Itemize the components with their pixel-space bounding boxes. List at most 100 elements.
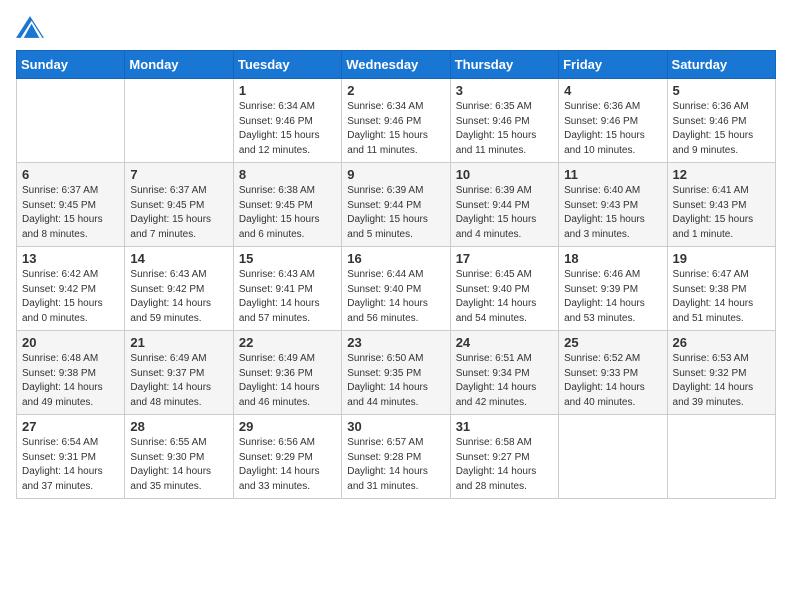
day-number: 31 bbox=[456, 419, 553, 434]
day-number: 23 bbox=[347, 335, 444, 350]
calendar-cell: 13Sunrise: 6:42 AM Sunset: 9:42 PM Dayli… bbox=[17, 247, 125, 331]
calendar-cell: 22 Sunrise: 6:49 AM Sunset: 9:36 PM Dayli… bbox=[233, 331, 341, 415]
day-info: Sunrise: 6:43 AM Sunset: 9:41 PM Dayligh… bbox=[239, 268, 336, 326]
calendar-cell: 3 Sunrise: 6:35 AM Sunset: 9:46 PM Daylig… bbox=[450, 79, 558, 163]
weekday-header-sunday: Sunday bbox=[17, 51, 125, 79]
day-number: 8 bbox=[239, 167, 336, 182]
day-number: 26 bbox=[673, 335, 770, 350]
calendar-cell: 28 Sunrise: 6:55 AM Sunset: 9:30 PM Dayli… bbox=[125, 415, 233, 499]
calendar-cell: 27 Sunrise: 6:54 AM Sunset: 9:31 PM Dayli… bbox=[17, 415, 125, 499]
day-number: 19 bbox=[673, 251, 770, 266]
day-number: 27 bbox=[22, 419, 119, 434]
calendar-week-row: 1 Sunrise: 6:34 AM Sunset: 9:46 PM Daylig… bbox=[17, 79, 776, 163]
day-info: Sunrise: 6:43 AM Sunset: 9:42 PM Dayligh… bbox=[130, 268, 227, 326]
day-info: Sunrise: 6:50 AM Sunset: 9:35 PM Dayligh… bbox=[347, 352, 444, 410]
calendar-week-row: 6 Sunrise: 6:37 AM Sunset: 9:45 PM Daylig… bbox=[17, 163, 776, 247]
day-info: Sunrise: 6:53 AM Sunset: 9:32 PM Dayligh… bbox=[673, 352, 770, 410]
calendar-cell: 2 Sunrise: 6:34 AM Sunset: 9:46 PM Daylig… bbox=[342, 79, 450, 163]
weekday-header-thursday: Thursday bbox=[450, 51, 558, 79]
day-info: Sunrise: 6:34 AM Sunset: 9:46 PM Dayligh… bbox=[239, 100, 336, 158]
calendar-cell: 25Sunrise: 6:52 AM Sunset: 9:33 PM Dayli… bbox=[559, 331, 667, 415]
day-number: 22 bbox=[239, 335, 336, 350]
calendar-cell: 14 Sunrise: 6:43 AM Sunset: 9:42 PM Dayli… bbox=[125, 247, 233, 331]
weekday-header-monday: Monday bbox=[125, 51, 233, 79]
day-info: Sunrise: 6:36 AM Sunset: 9:46 PM Dayligh… bbox=[673, 100, 770, 158]
logo-icon bbox=[16, 16, 44, 38]
day-info: Sunrise: 6:49 AM Sunset: 9:36 PM Dayligh… bbox=[239, 352, 336, 410]
calendar-week-row: 27 Sunrise: 6:54 AM Sunset: 9:31 PM Dayli… bbox=[17, 415, 776, 499]
day-info: Sunrise: 6:54 AM Sunset: 9:31 PM Dayligh… bbox=[22, 436, 119, 494]
calendar-cell: 20Sunrise: 6:48 AM Sunset: 9:38 PM Dayli… bbox=[17, 331, 125, 415]
day-info: Sunrise: 6:38 AM Sunset: 9:45 PM Dayligh… bbox=[239, 184, 336, 242]
day-info: Sunrise: 6:35 AM Sunset: 9:46 PM Dayligh… bbox=[456, 100, 553, 158]
page-header bbox=[16, 16, 776, 38]
day-number: 11 bbox=[564, 167, 661, 182]
calendar-cell: 31 Sunrise: 6:58 AM Sunset: 9:27 PM Dayli… bbox=[450, 415, 558, 499]
calendar-cell: 12 Sunrise: 6:41 AM Sunset: 9:43 PM Dayli… bbox=[667, 163, 775, 247]
weekday-header-row: SundayMondayTuesdayWednesdayThursdayFrid… bbox=[17, 51, 776, 79]
calendar-cell: 30 Sunrise: 6:57 AM Sunset: 9:28 PM Dayli… bbox=[342, 415, 450, 499]
day-info: Sunrise: 6:40 AM Sunset: 9:43 PM Dayligh… bbox=[564, 184, 661, 242]
calendar-cell: 4 Sunrise: 6:36 AM Sunset: 9:46 PM Daylig… bbox=[559, 79, 667, 163]
day-number: 18 bbox=[564, 251, 661, 266]
logo bbox=[16, 16, 48, 38]
day-info: Sunrise: 6:41 AM Sunset: 9:43 PM Dayligh… bbox=[673, 184, 770, 242]
calendar-cell bbox=[667, 415, 775, 499]
day-info: Sunrise: 6:51 AM Sunset: 9:34 PM Dayligh… bbox=[456, 352, 553, 410]
day-info: Sunrise: 6:37 AM Sunset: 9:45 PM Dayligh… bbox=[22, 184, 119, 242]
day-info: Sunrise: 6:36 AM Sunset: 9:46 PM Dayligh… bbox=[564, 100, 661, 158]
calendar-cell: 8 Sunrise: 6:38 AM Sunset: 9:45 PM Daylig… bbox=[233, 163, 341, 247]
day-info: Sunrise: 6:44 AM Sunset: 9:40 PM Dayligh… bbox=[347, 268, 444, 326]
day-number: 1 bbox=[239, 83, 336, 98]
day-info: Sunrise: 6:37 AM Sunset: 9:45 PM Dayligh… bbox=[130, 184, 227, 242]
calendar-cell: 15 Sunrise: 6:43 AM Sunset: 9:41 PM Dayli… bbox=[233, 247, 341, 331]
day-number: 6 bbox=[22, 167, 119, 182]
calendar-cell: 21Sunrise: 6:49 AM Sunset: 9:37 PM Dayli… bbox=[125, 331, 233, 415]
weekday-header-friday: Friday bbox=[559, 51, 667, 79]
day-number: 29 bbox=[239, 419, 336, 434]
calendar-cell: 29 Sunrise: 6:56 AM Sunset: 9:29 PM Dayli… bbox=[233, 415, 341, 499]
day-number: 3 bbox=[456, 83, 553, 98]
day-info: Sunrise: 6:55 AM Sunset: 9:30 PM Dayligh… bbox=[130, 436, 227, 494]
day-number: 16 bbox=[347, 251, 444, 266]
day-number: 10 bbox=[456, 167, 553, 182]
calendar-cell: 10 Sunrise: 6:39 AM Sunset: 9:44 PM Dayli… bbox=[450, 163, 558, 247]
calendar-week-row: 13Sunrise: 6:42 AM Sunset: 9:42 PM Dayli… bbox=[17, 247, 776, 331]
day-number: 13 bbox=[22, 251, 119, 266]
day-info: Sunrise: 6:39 AM Sunset: 9:44 PM Dayligh… bbox=[456, 184, 553, 242]
day-number: 30 bbox=[347, 419, 444, 434]
calendar-cell bbox=[125, 79, 233, 163]
day-info: Sunrise: 6:34 AM Sunset: 9:46 PM Dayligh… bbox=[347, 100, 444, 158]
calendar-cell: 9 Sunrise: 6:39 AM Sunset: 9:44 PM Daylig… bbox=[342, 163, 450, 247]
calendar-week-row: 20Sunrise: 6:48 AM Sunset: 9:38 PM Dayli… bbox=[17, 331, 776, 415]
weekday-header-wednesday: Wednesday bbox=[342, 51, 450, 79]
day-info: Sunrise: 6:58 AM Sunset: 9:27 PM Dayligh… bbox=[456, 436, 553, 494]
day-number: 24 bbox=[456, 335, 553, 350]
day-number: 4 bbox=[564, 83, 661, 98]
day-info: Sunrise: 6:45 AM Sunset: 9:40 PM Dayligh… bbox=[456, 268, 553, 326]
calendar-cell: 19 Sunrise: 6:47 AM Sunset: 9:38 PM Dayli… bbox=[667, 247, 775, 331]
calendar-table: SundayMondayTuesdayWednesdayThursdayFrid… bbox=[16, 50, 776, 499]
day-info: Sunrise: 6:49 AM Sunset: 9:37 PM Dayligh… bbox=[130, 352, 227, 410]
day-info: Sunrise: 6:57 AM Sunset: 9:28 PM Dayligh… bbox=[347, 436, 444, 494]
calendar-cell bbox=[17, 79, 125, 163]
day-info: Sunrise: 6:39 AM Sunset: 9:44 PM Dayligh… bbox=[347, 184, 444, 242]
day-number: 5 bbox=[673, 83, 770, 98]
weekday-header-saturday: Saturday bbox=[667, 51, 775, 79]
day-number: 2 bbox=[347, 83, 444, 98]
day-number: 12 bbox=[673, 167, 770, 182]
day-number: 28 bbox=[130, 419, 227, 434]
day-number: 17 bbox=[456, 251, 553, 266]
day-number: 7 bbox=[130, 167, 227, 182]
day-number: 15 bbox=[239, 251, 336, 266]
day-number: 14 bbox=[130, 251, 227, 266]
day-info: Sunrise: 6:56 AM Sunset: 9:29 PM Dayligh… bbox=[239, 436, 336, 494]
weekday-header-tuesday: Tuesday bbox=[233, 51, 341, 79]
day-info: Sunrise: 6:47 AM Sunset: 9:38 PM Dayligh… bbox=[673, 268, 770, 326]
calendar-cell: 18 Sunrise: 6:46 AM Sunset: 9:39 PM Dayli… bbox=[559, 247, 667, 331]
calendar-cell: 23 Sunrise: 6:50 AM Sunset: 9:35 PM Dayli… bbox=[342, 331, 450, 415]
day-info: Sunrise: 6:46 AM Sunset: 9:39 PM Dayligh… bbox=[564, 268, 661, 326]
day-number: 20 bbox=[22, 335, 119, 350]
day-number: 9 bbox=[347, 167, 444, 182]
calendar-cell: 17 Sunrise: 6:45 AM Sunset: 9:40 PM Dayli… bbox=[450, 247, 558, 331]
